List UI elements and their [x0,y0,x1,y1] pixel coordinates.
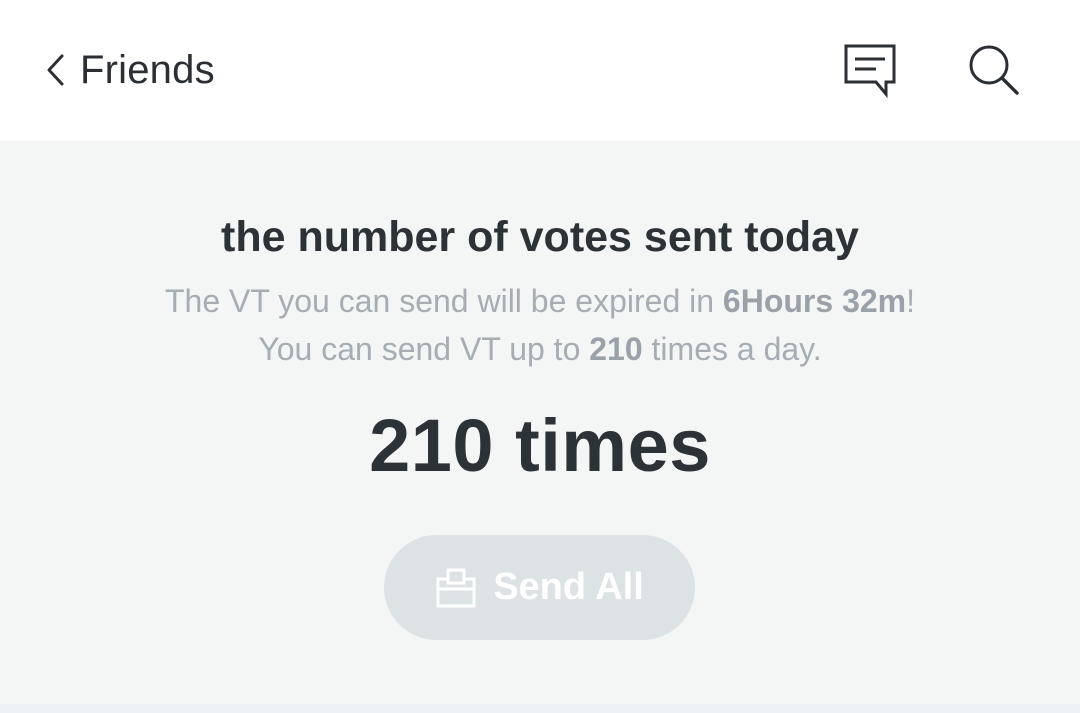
bottom-divider [0,704,1080,713]
send-all-label: Send All [493,566,644,608]
daily-limit-value: 210 [589,331,643,367]
back-button[interactable]: Friends [44,40,215,100]
ballot-box-icon [435,567,493,609]
votes-panel: the number of votes sent today The VT yo… [0,141,1080,704]
daily-limit-prefix: You can send VT up to [258,331,590,367]
expiry-time: 6Hours 32m [722,283,907,319]
page-title: Friends [80,47,215,92]
send-all-button[interactable]: Send All [384,535,695,640]
votes-title: the number of votes sent today [221,213,859,261]
expiry-notice-prefix: The VT you can send will be expired in [164,283,723,319]
search-button[interactable] [962,38,1026,102]
message-button[interactable] [838,38,902,102]
expiry-notice-suffix: ! [906,283,915,319]
votes-count: 210 times [369,404,711,487]
app-header: Friends [0,0,1080,141]
search-icon [965,41,1023,99]
expiry-notice: The VT you can send will be expired in 6… [0,283,1080,320]
daily-limit-notice: You can send VT up to 210 times a day. [0,331,1080,368]
message-icon [842,42,898,98]
chevron-left-icon [44,52,66,88]
daily-limit-suffix: times a day. [642,331,822,367]
